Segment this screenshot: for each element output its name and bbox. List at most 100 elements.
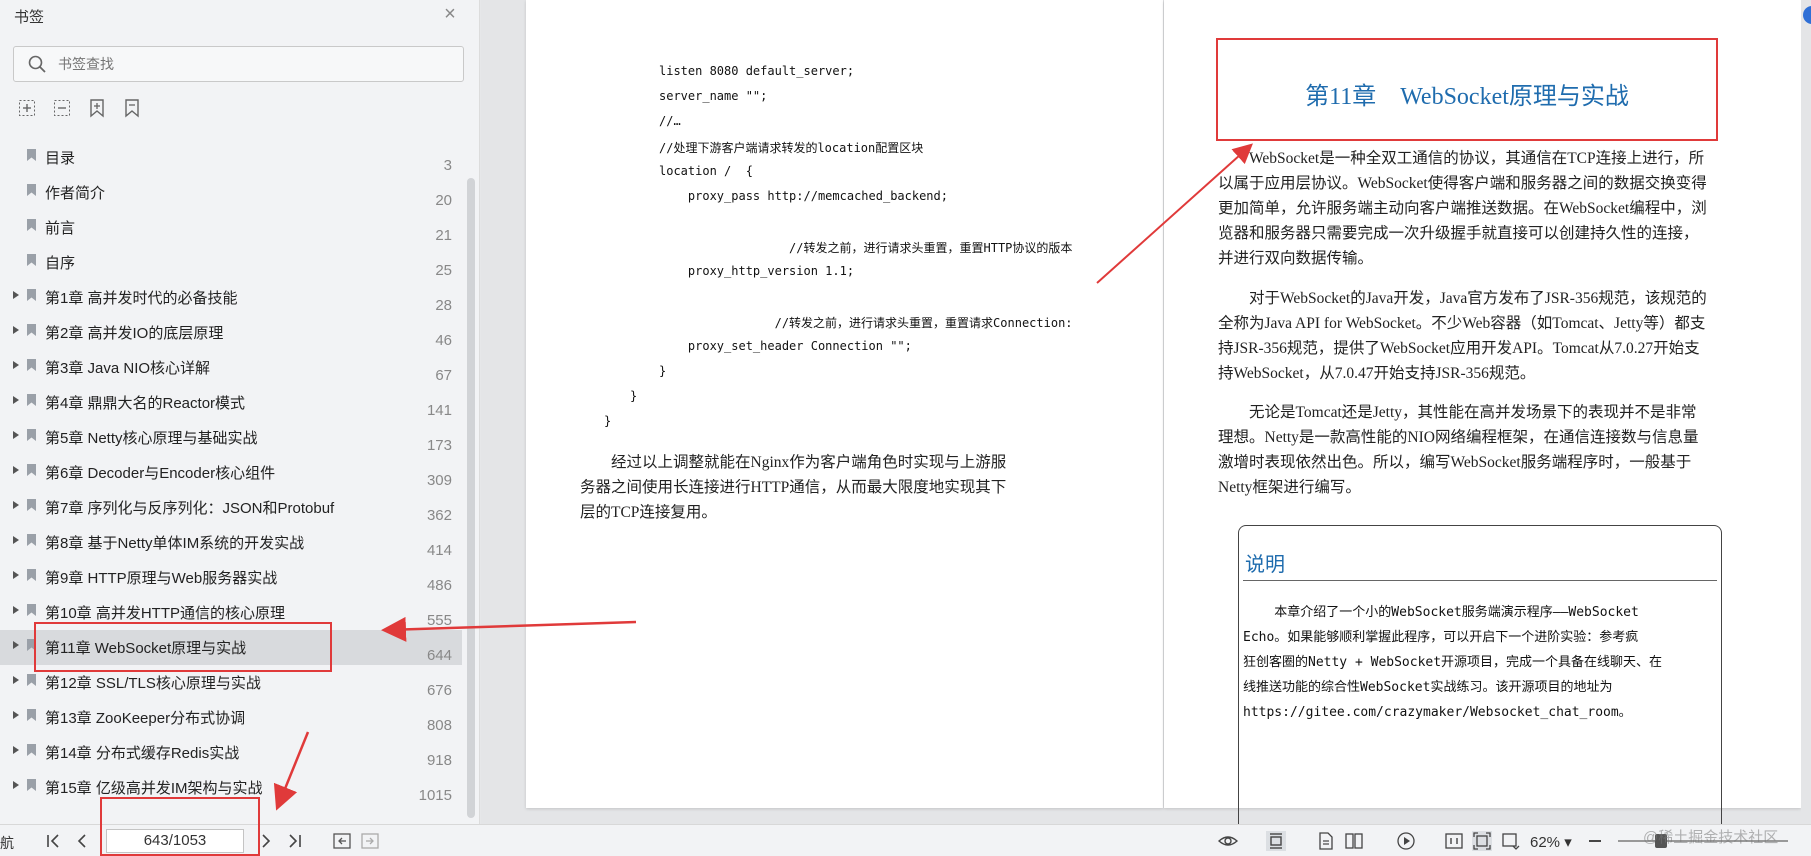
bookmark-flag-icon [27, 429, 36, 441]
status-bar: 航 643/1053 62% ▾ [0, 824, 1811, 856]
bookmark-flag-icon [27, 324, 36, 336]
bookmark-item[interactable]: 第4章 鼎鼎大名的Reactor模式 141 [0, 385, 462, 420]
expand-arrow-icon[interactable] [12, 500, 20, 510]
back-icon[interactable] [332, 831, 352, 851]
expand-arrow-icon[interactable] [12, 710, 20, 720]
bookmark-item[interactable]: 第9章 HTTP原理与Web服务器实战 486 [0, 560, 462, 595]
bookmark-page-number: 3 [443, 157, 452, 174]
bookmark-flag-icon [27, 254, 36, 266]
bookmark-flag-icon [27, 534, 36, 546]
collapse-all-icon[interactable] [53, 98, 71, 118]
bookmark-page-number: 1015 [418, 787, 452, 804]
code-line: //… [659, 114, 681, 128]
first-page-icon[interactable] [44, 831, 64, 851]
chapter-title: 第11章 WebSocket原理与实战 [1305, 84, 1629, 110]
bookmark-item[interactable]: 目录 3 [0, 140, 462, 175]
expand-arrow-icon[interactable] [12, 535, 20, 545]
expand-arrow-icon[interactable] [12, 605, 20, 615]
dual-page-icon[interactable] [1344, 831, 1364, 851]
fit-width-icon[interactable] [1500, 831, 1520, 851]
document-viewer: listen 8080 default_server; server_name "… [481, 0, 1811, 825]
bookmark-item[interactable]: 第2章 高并发IO的底层原理 46 [0, 315, 462, 350]
bookmark-item[interactable]: 自序 25 [0, 245, 462, 280]
code-line: } [659, 364, 667, 378]
document-scrollbar[interactable] [1801, 0, 1811, 824]
bookmark-label: 第1章 高并发时代的必备技能 [45, 290, 238, 307]
expand-arrow-icon[interactable] [12, 325, 20, 335]
expand-all-icon[interactable] [18, 98, 36, 118]
play-icon[interactable] [1396, 831, 1416, 851]
close-icon[interactable]: × [440, 4, 460, 24]
add-bookmark-icon[interactable] [88, 98, 106, 118]
bookmark-toolbar [18, 98, 141, 120]
bookmark-flag-icon [27, 149, 36, 161]
zoom-out-icon[interactable] [1585, 831, 1605, 851]
bookmark-label: 第15章 亿级高并发IM架构与实战 [45, 780, 263, 797]
eye-protection-icon[interactable] [1218, 831, 1238, 851]
body-paragraph: 无论是Tomcat还是Jetty，其性能在高并发场景下的表现并不是非常理想。Ne… [1218, 404, 1699, 496]
bookmark-item[interactable]: 前言 21 [0, 210, 462, 245]
bookmark-item[interactable]: 作者简介 20 [0, 175, 462, 210]
bookmark-page-number: 918 [426, 752, 452, 769]
expand-arrow-icon[interactable] [12, 640, 20, 650]
bookmark-label: 第13章 ZooKeeper分布式协调 [45, 710, 246, 727]
bookmark-list: 目录 3 作者简介 20 前言 21 自序 25 第1章 高并发时代的必备技能 28 第2章 高并发… [0, 140, 462, 805]
expand-arrow-icon[interactable] [12, 570, 20, 580]
bookmark-flag-icon [27, 289, 36, 301]
assistant-icon[interactable] [1803, 6, 1811, 24]
expand-arrow-icon[interactable] [12, 290, 20, 300]
last-page-icon[interactable] [284, 831, 304, 851]
bookmark-flag-icon [27, 709, 36, 721]
bookmark-item[interactable]: 第13章 ZooKeeper分布式协调 808 [0, 700, 462, 735]
bookmark-item[interactable]: 第7章 序列化与反序列化：JSON和Protobuf 362 [0, 490, 462, 525]
bookmark-icon[interactable] [123, 98, 141, 118]
bookmark-label: 自序 [45, 255, 76, 272]
bookmark-flag-icon [27, 359, 36, 371]
expand-arrow-icon[interactable] [12, 430, 20, 440]
expand-arrow-icon[interactable] [12, 465, 20, 475]
bookmark-flag-icon [27, 744, 36, 756]
bookmark-label: 第8章 基于Netty单体IM系统的开发实战 [45, 535, 305, 552]
zoom-value: 62% [1530, 834, 1561, 851]
bookmark-item[interactable]: 第8章 基于Netty单体IM系统的开发实战 414 [0, 525, 462, 560]
bookmark-item[interactable]: 第6章 Decoder与Encoder核心组件 309 [0, 455, 462, 490]
bookmark-page-number: 173 [426, 437, 452, 454]
body-paragraph: 对于WebSocket的Java开发，Java官方发布了JSR-356规范，该规… [1218, 290, 1707, 382]
bookmark-item[interactable]: 第1章 高并发时代的必备技能 28 [0, 280, 462, 315]
forward-icon[interactable] [360, 831, 380, 851]
bookmark-item[interactable]: 第14章 分布式缓存Redis实战 918 [0, 735, 462, 770]
bookmark-panel: 书签 × 目录3作者简介20前言21自序25第1章 高并发时代的必备技能28第2… [0, 0, 480, 824]
bookmark-scrollbar[interactable] [467, 178, 475, 818]
expand-arrow-icon[interactable] [12, 745, 20, 755]
bookmark-label: 第14章 分布式缓存Redis实战 [45, 745, 240, 762]
expand-arrow-icon[interactable] [12, 675, 20, 685]
expand-arrow-icon[interactable] [12, 780, 20, 790]
actual-size-icon[interactable] [1444, 831, 1464, 851]
note-divider [1243, 580, 1717, 581]
bookmark-label: 第6章 Decoder与Encoder核心组件 [45, 465, 276, 482]
note-line: 狂创客圈的Netty + WebSocket开源项目，完成一个具备在线聊天、在 [1243, 655, 1663, 670]
bookmark-page-number: 46 [435, 332, 452, 349]
bookmark-page-number: 362 [426, 507, 452, 524]
expand-arrow-icon[interactable] [12, 360, 20, 370]
fit-page-icon[interactable] [1472, 831, 1492, 851]
code-line: //转发之前，进行请求头重置，重置HTTP协议的版本 [659, 241, 1073, 255]
bookmark-search-input[interactable] [58, 52, 448, 76]
bookmark-search-box[interactable] [13, 46, 464, 82]
code-line: //处理下游客户端请求转发的location配置区块 [659, 141, 924, 155]
bookmark-page-number: 28 [435, 297, 452, 314]
expand-arrow-icon[interactable] [12, 395, 20, 405]
bookmark-item[interactable]: 第5章 Netty核心原理与基础实战 173 [0, 420, 462, 455]
single-page-view-icon[interactable] [1266, 831, 1286, 851]
document-view-icon[interactable] [1316, 831, 1336, 851]
bookmark-page-number: 141 [426, 402, 452, 419]
page-input-highlight [100, 797, 260, 856]
prev-page-icon[interactable] [72, 831, 92, 851]
bookmark-item[interactable]: 第3章 Java NIO核心详解 67 [0, 350, 462, 385]
bookmark-label: 第10章 高并发HTTP通信的核心原理 [45, 605, 286, 622]
body-paragraph: 经过以上调整就能在Nginx作为客户端角色时实现与上游服务器之间使用长连接进行H… [580, 454, 1007, 521]
zoom-dropdown[interactable]: 62% ▾ [1530, 833, 1572, 851]
code-line: proxy_pass http://memcached_backend; [659, 189, 948, 203]
bookmark-flag-icon [27, 779, 36, 791]
bookmark-label: 作者简介 [45, 185, 106, 202]
